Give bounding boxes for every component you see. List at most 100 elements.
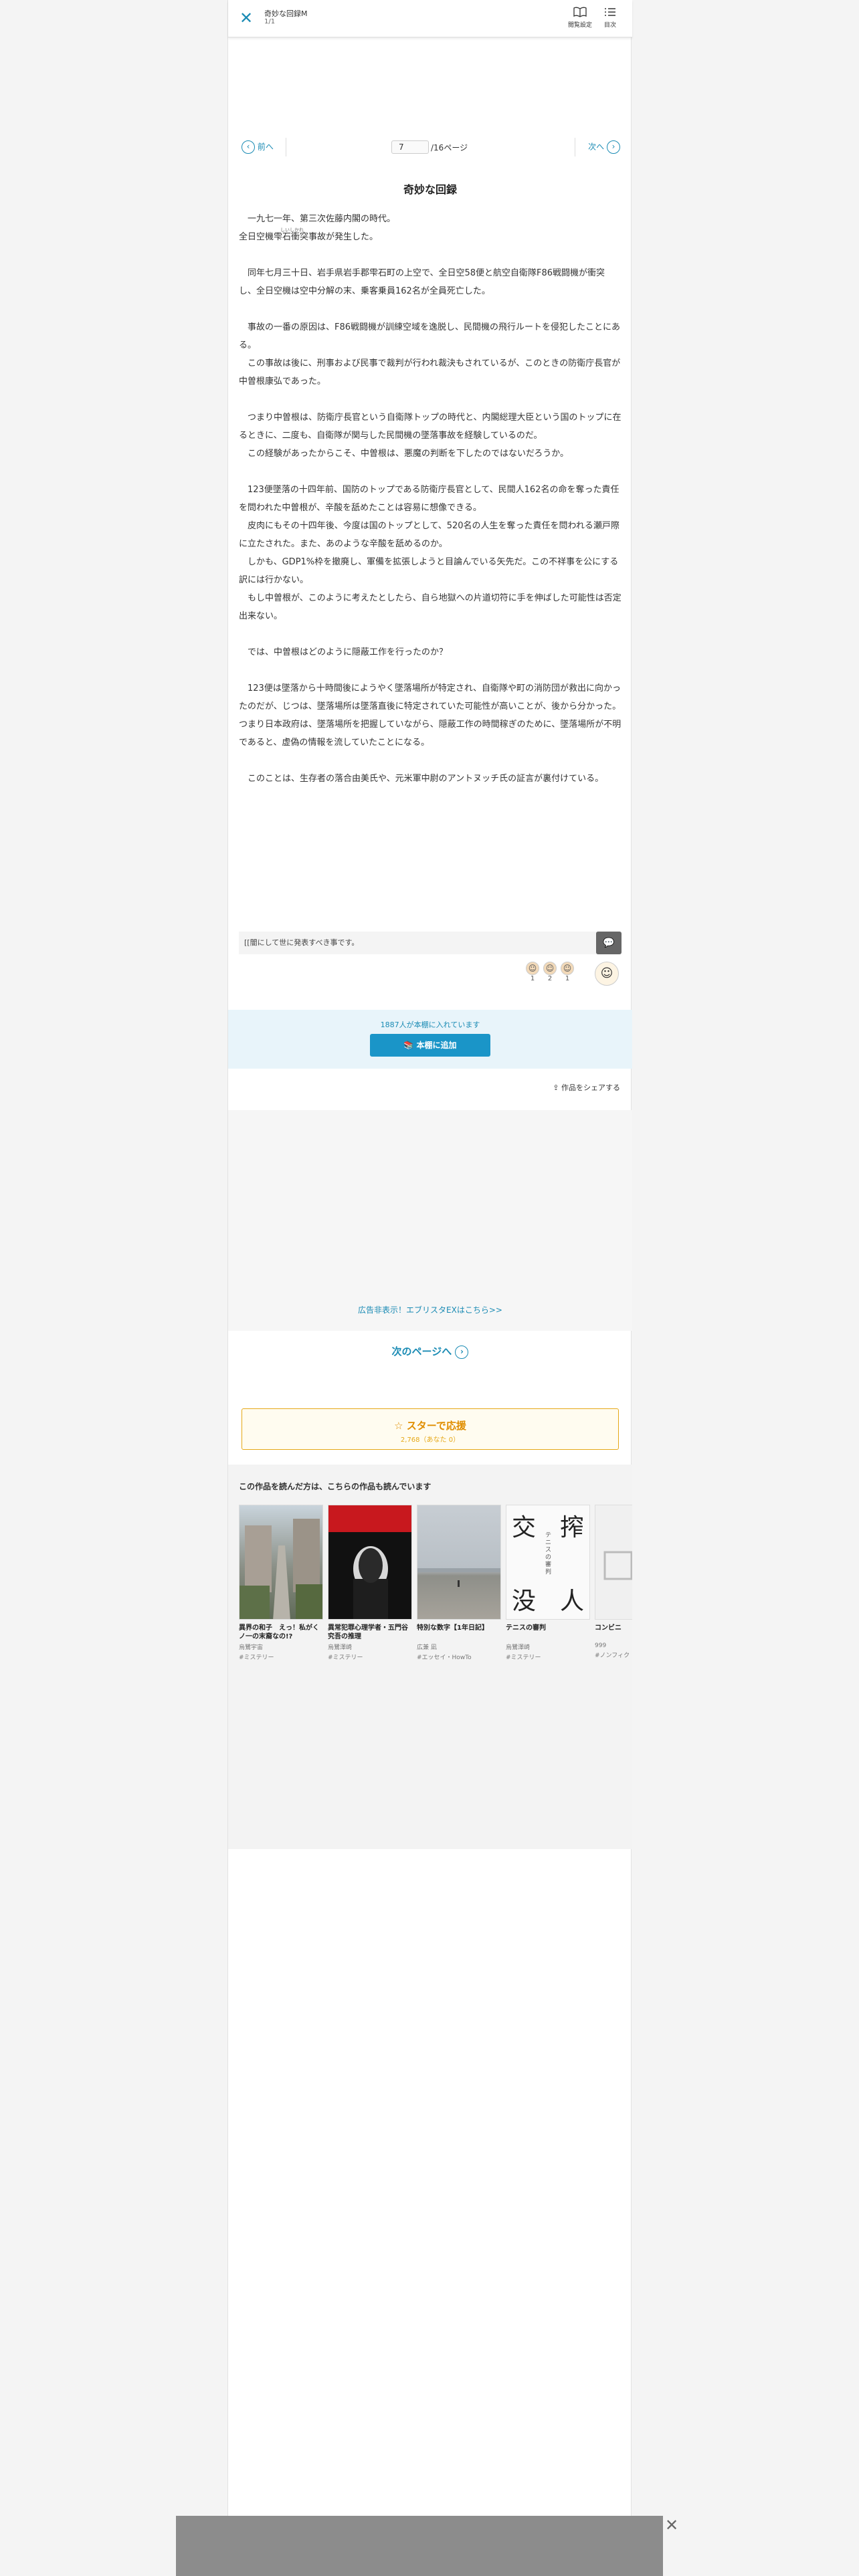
next-page-button[interactable]: 次へ › xyxy=(588,140,620,154)
rec-genre: #ミステリー xyxy=(239,1654,274,1661)
reaction-count: 1 xyxy=(565,975,570,982)
episode-body: 一九七一年、第三次佐藤内閣の時代。 しいしかれ 全日空機雫石衝突事故が発生した。 同… xyxy=(239,210,622,788)
body-paragraph: このことは、生存者の落合由美氏や、元米軍中尉のアントヌッチ氏の証言が裏付けている… xyxy=(239,774,604,784)
ruby-annotation: しいしかれ xyxy=(280,227,304,233)
cover-kanji: 交 xyxy=(512,1514,537,1541)
face-icon: ☺ xyxy=(561,962,574,975)
list-icon xyxy=(604,7,616,20)
bottom-ad-overlay xyxy=(176,2516,663,2576)
cover-image: 交 搾 没 人 テニスの審判 xyxy=(506,1505,590,1620)
next-page-link[interactable]: 次のページへ › xyxy=(228,1344,632,1359)
page-number-input[interactable]: 7 xyxy=(391,140,429,154)
display-settings-button[interactable]: 閲覧設定 xyxy=(568,7,592,29)
rec-author: 烏鷺澤崎 xyxy=(506,1644,531,1651)
share-label: 作品をシェアする xyxy=(561,1083,620,1092)
chevron-right-icon: › xyxy=(455,1345,469,1359)
rec-title: コンビニ xyxy=(595,1624,622,1632)
comment-text: [[闇にして世に発表すべき事です。 xyxy=(244,938,359,947)
reaction-count: 1 xyxy=(530,975,535,982)
body-paragraph xyxy=(239,463,622,481)
bookshelf-section: 1887人が本棚に入れています 📚 本棚に追加 xyxy=(228,1010,632,1069)
body-paragraph: 同年七月三十日、岩手県岩手郡雫石町の上空で、全日空58便と航空自衛隊F86戦闘機… xyxy=(239,268,605,296)
cover-image xyxy=(239,1505,323,1620)
rec-item[interactable]: 交 搾 没 人 テニスの審判 テニスの審判 烏鷺澤崎 #ミステリー xyxy=(506,1505,590,1661)
comment-preview[interactable]: [[闇にして世に発表すべき事です。 💬 xyxy=(239,932,622,954)
face-icon: ☺ xyxy=(543,962,557,975)
body-paragraph: 皮肉にもその十四年後、今度は国のトップとして、520名の人生を奪った責任を問われ… xyxy=(239,521,619,549)
body-paragraph: 事故の一番の原因は、F86戦闘機が訓練空域を逸脱し、民間機の飛行ルートを侵犯した… xyxy=(239,322,621,350)
reaction-item[interactable]: ☺ 1 xyxy=(560,962,575,982)
chevron-right-icon: › xyxy=(607,140,620,154)
share-button[interactable]: ⇪ 作品をシェアする xyxy=(553,1082,620,1093)
rec-item[interactable]: 異界の和子 えっ！私がくノ一の末裔なの!? 烏鷺宇宙 #ミステリー xyxy=(239,1505,323,1661)
chevron-left-icon: ‹ xyxy=(242,140,255,154)
recommendations: この作品を読んだ方は、こちらの作品も読んでいます 異界の和子 えっ！私がくノ一の… xyxy=(228,1465,632,1849)
prev-page-button[interactable]: ‹ 前へ xyxy=(242,140,274,154)
cover-kanji: 人 xyxy=(559,1588,584,1615)
body-paragraph xyxy=(239,625,622,643)
cover-image xyxy=(417,1505,501,1620)
close-icon[interactable]: ✕ xyxy=(237,9,255,27)
rec-author: 烏鷺宇宙 xyxy=(239,1644,264,1651)
body-paragraph: しかも、GDP1%枠を撤廃し、軍備を拡張しようと目論んでいる矢先だ。この不祥事を… xyxy=(239,557,619,585)
rec-genre: #エッセイ・HowTo xyxy=(417,1654,472,1661)
rec-title: 異界の和子 えっ！私がくノ一の末裔なの!? xyxy=(239,1624,319,1640)
episode-title: 奇妙な回録 xyxy=(403,183,457,196)
remove-ads-link[interactable]: 広告非表示！エブリスタEXはこちら>> xyxy=(228,1304,632,1315)
body-paragraph: もし中曽根が、このように考えたとしたら、自ら地獄への片道切符に手を伸ばした可能性… xyxy=(239,593,622,621)
star-label: スターで応援 xyxy=(406,1420,466,1432)
body-paragraph-text: 全日空機雫石衝突事故が発生した。 xyxy=(239,232,379,242)
add-to-bookshelf-label: 本棚に追加 xyxy=(416,1041,457,1050)
cover-kanji: 搾 xyxy=(559,1514,584,1541)
close-icon[interactable]: ✕ xyxy=(662,2516,681,2535)
body-paragraph: つまり中曽根は、防衛庁長官という自衛隊トップの時代と、内閣総理大臣という国のトッ… xyxy=(239,413,622,441)
body-paragraph xyxy=(239,391,622,409)
rec-item[interactable]: コンビニ 999 #ノンフィク xyxy=(595,1505,632,1659)
bookshelf-icon: 📚 xyxy=(403,1041,417,1050)
reaction-item[interactable]: ☺ 1 xyxy=(525,962,540,982)
body-paragraph: しいしかれ 全日空機雫石衝突事故が発生した。 xyxy=(239,227,622,246)
display-settings-label: 閲覧設定 xyxy=(568,22,593,29)
add-reaction-button[interactable]: ☺ xyxy=(595,962,619,986)
ad-area: 広告非表示！エブリスタEXはこちら>> xyxy=(228,1110,632,1331)
bookshelf-count: 1887人が本棚に入れています xyxy=(380,1021,480,1029)
rec-title: 異常犯罪心理学者・五門谷究吾の推理 xyxy=(328,1624,408,1640)
reaction-count: 2 xyxy=(547,975,553,982)
pager: ‹ 前へ 7 /16ページ 次へ › xyxy=(228,134,632,160)
body-paragraph: 123便は墜落から十時間後にようやく墜落場所が特定され、自衛隊や町の消防団が救出… xyxy=(239,683,622,712)
reaction-item[interactable]: ☺ 2 xyxy=(543,962,557,982)
rec-author: 999 xyxy=(595,1642,607,1649)
rec-author: 広兼 凪 xyxy=(417,1644,437,1651)
rec-item[interactable]: 特別な数字【1年日記】 広兼 凪 #エッセイ・HowTo xyxy=(417,1505,501,1661)
reader-page: ✕ 奇妙な回録M 1/1 閲覧設定 目次 ‹ 前へ 7 /16ページ 次へ › xyxy=(227,0,632,2576)
speech-bubble-icon[interactable]: 💬 xyxy=(596,932,622,954)
rec-author: 烏鷺澤崎 xyxy=(328,1644,353,1651)
add-to-bookshelf-button[interactable]: 📚 本棚に追加 xyxy=(370,1034,490,1057)
toc-button[interactable]: 目次 xyxy=(604,7,616,29)
cover-image xyxy=(328,1505,412,1620)
next-label: 次へ xyxy=(588,142,605,152)
reactions: ☺ 1 ☺ 2 ☺ 1 ☺ xyxy=(525,962,619,992)
body-paragraph: 123便墜落の十四年前、国防のトップである防衛庁長官として、民間人162名の命を… xyxy=(239,485,619,513)
star-icon: ☆ xyxy=(394,1420,407,1432)
cover-kanji: 没 xyxy=(512,1588,537,1615)
body-paragraph: この経験があったからこそ、中曽根は、悪魔の判断を下したのではないだろうか。 xyxy=(239,449,569,459)
page-total: /16ページ xyxy=(431,143,468,152)
cover-subtitle: テニスの審判 xyxy=(545,1532,552,1576)
face-icon: ☺ xyxy=(526,962,539,975)
rec-item[interactable]: 異常犯罪心理学者・五門谷究吾の推理 烏鷺澤崎 #ミステリー xyxy=(328,1505,412,1661)
toc-label: 目次 xyxy=(604,22,617,29)
body-paragraph xyxy=(239,246,622,264)
rec-title: テニスの審判 xyxy=(506,1624,546,1632)
cover-image xyxy=(595,1505,632,1620)
reader-header: ✕ 奇妙な回録M 1/1 閲覧設定 目次 xyxy=(228,0,632,37)
next-page-label: 次のページへ xyxy=(391,1346,452,1358)
rec-genre: #ノンフィク xyxy=(595,1652,630,1659)
rec-title: 特別な数字【1年日記】 xyxy=(417,1624,488,1632)
body-paragraph: では、中曽根はどのように隠蔽工作を行ったのか？ xyxy=(239,647,448,657)
body-paragraph: この事故は後に、刑事および民事で裁判が行われ裁決もされているが、このときの防衛庁… xyxy=(239,358,621,387)
episode-counter: 1/1 xyxy=(264,18,276,25)
share-icon: ⇪ xyxy=(553,1083,561,1092)
star-support-button[interactable]: ☆ スターで応援 2,768（あなた 0） xyxy=(242,1408,619,1450)
prev-label: 前へ xyxy=(257,142,274,152)
